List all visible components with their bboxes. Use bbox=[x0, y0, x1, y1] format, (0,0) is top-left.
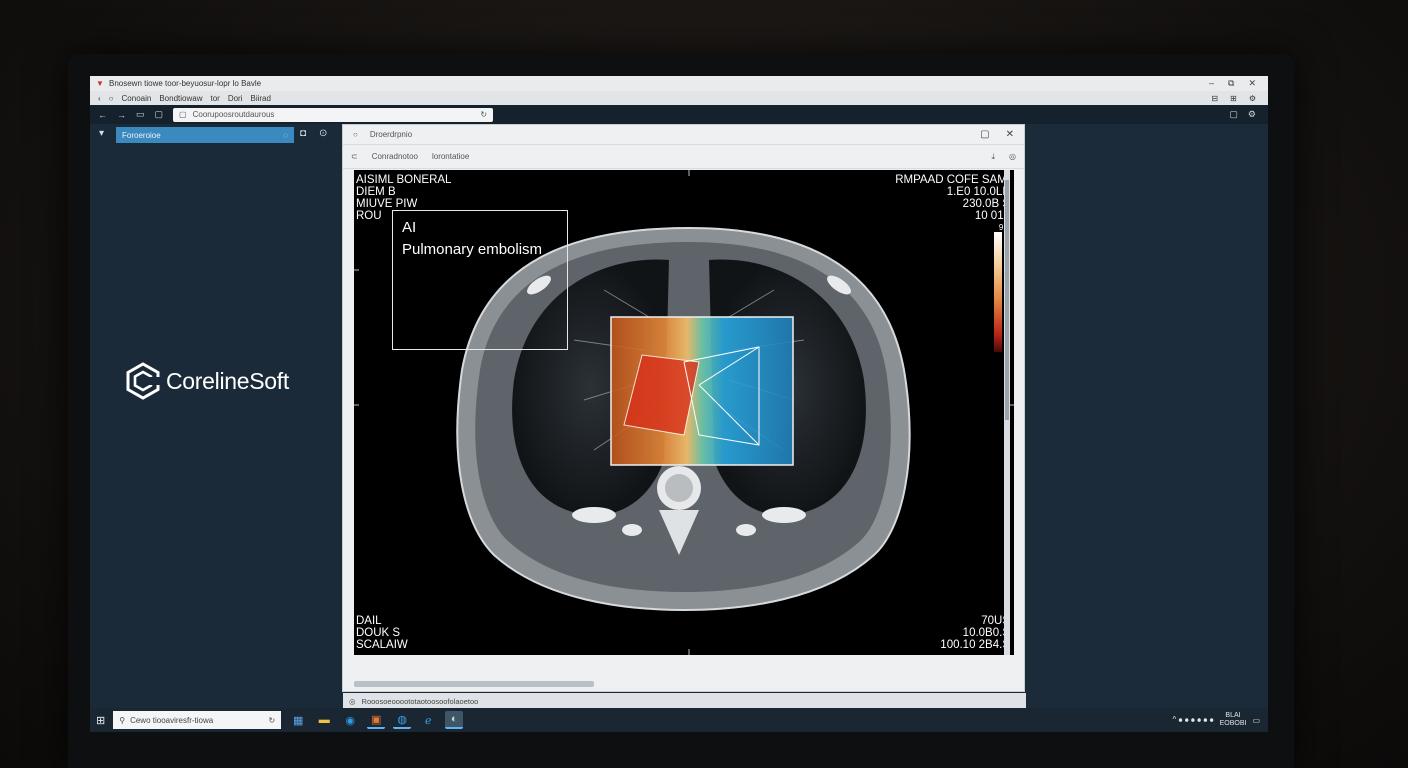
file-explorer-icon[interactable]: ▬ bbox=[315, 711, 333, 729]
screen-icon[interactable]: ◘ bbox=[300, 128, 306, 139]
minimize-button[interactable]: – bbox=[1209, 78, 1214, 89]
start-menu-icon[interactable]: ⊞ bbox=[96, 714, 105, 727]
taskbar: ⊞ ⚲ Cewo tiooaviresfr-tiowa ↻ ▦ ▬ ◉ ▣ ◍ … bbox=[90, 708, 1268, 732]
panel-icon[interactable]: ⊟ bbox=[1211, 94, 1218, 103]
bookmark-item[interactable]: Conoain bbox=[122, 94, 152, 103]
clock-date: EOBOBI bbox=[1219, 720, 1247, 727]
overlay-line: 1.E0 10.0LK bbox=[946, 186, 1010, 198]
system-tray: ^ ⦁ ⦁ ⦁ ⦁ ⦁ ⦁ BLAI EOBOBI ▭ bbox=[1173, 712, 1269, 728]
overlay-line: DAIL bbox=[356, 615, 382, 627]
toolbar-item[interactable]: lorontatioe bbox=[432, 152, 469, 161]
clock-time: BLAI bbox=[1225, 712, 1241, 719]
notification-icon[interactable]: ▭ bbox=[1252, 716, 1260, 725]
overlay-line: 9I9 bbox=[895, 222, 1010, 234]
search-icon[interactable]: ○ bbox=[353, 130, 358, 139]
search-icon: ⚲ bbox=[119, 715, 126, 725]
viewer-tool-icon[interactable]: ⊂ bbox=[351, 152, 358, 161]
scroll-thumb[interactable] bbox=[1005, 180, 1009, 420]
bookmark-item[interactable]: Bondtiowaw bbox=[159, 94, 202, 103]
status-icon: ◎ bbox=[349, 696, 356, 706]
search-placeholder: Cewo tiooaviresfr-tiowa bbox=[130, 715, 214, 725]
extension-icon[interactable]: ▢ bbox=[1229, 109, 1238, 120]
tray-icons[interactable]: ^ ⦁ ⦁ ⦁ ⦁ ⦁ ⦁ bbox=[1173, 715, 1214, 725]
ct-image-viewport[interactable]: AISIML BONERAL DIEM B MIUVE PIW ROU RMPA… bbox=[354, 170, 1014, 655]
corelinesoft-logo-icon bbox=[126, 362, 160, 400]
tab-close-icon[interactable]: ◌ bbox=[283, 131, 294, 140]
maximize-viewer-button[interactable]: ▢ bbox=[980, 129, 989, 140]
download-icon[interactable]: ⤓ bbox=[991, 152, 995, 162]
maximize-button[interactable]: ⧉ bbox=[1228, 78, 1234, 89]
ai-finding-text: Pulmonary embolism bbox=[402, 241, 543, 258]
window-icon[interactable]: ▭ bbox=[136, 109, 145, 120]
clock[interactable]: BLAI EOBOBI bbox=[1220, 712, 1247, 728]
color-scale-bar bbox=[994, 232, 1002, 352]
overlay-line: 100.10 2B4.S bbox=[940, 639, 1010, 651]
back-arrow-icon[interactable]: ← bbox=[98, 110, 107, 120]
bookmark-item[interactable]: Biirad bbox=[250, 94, 270, 103]
tab-icon[interactable]: ▢ bbox=[155, 109, 164, 120]
settings-gear-icon[interactable]: ⚙ bbox=[1248, 109, 1256, 120]
app-icon[interactable]: ▣ bbox=[367, 711, 386, 729]
viewer-title: Droerdrpnio bbox=[369, 130, 413, 139]
dicom-viewer-window: ○ Droerdrpnio ▢ ✕ ⊂ Conradnotoo lorontat… bbox=[342, 124, 1026, 709]
grid-icon[interactable]: ⊞ bbox=[1230, 94, 1237, 103]
status-text: Rooosoeoooototaotoosoofolaoetoo bbox=[361, 696, 479, 706]
clock-icon[interactable]: ⊙ bbox=[319, 128, 327, 139]
viewer-header: ○ Droerdrpnio ▢ ✕ bbox=[343, 125, 1024, 145]
overlay-line: 70US bbox=[981, 615, 1010, 627]
overlay-bottom-left: DAIL DOUK S SCALAIW bbox=[356, 615, 408, 651]
overlay-line: 10.0B0.S bbox=[962, 627, 1010, 639]
overlay-line: RMPAAD COFE SAMI bbox=[895, 174, 1010, 186]
bookmark-item[interactable]: tor bbox=[210, 94, 219, 103]
tab-active[interactable]: Foroeroioe ◌ bbox=[116, 127, 294, 143]
bookmark-item[interactable]: Dori bbox=[228, 94, 243, 103]
tab-label: Foroeroioe bbox=[122, 130, 161, 140]
address-text: Coorupoosroutdaurous bbox=[192, 110, 275, 119]
task-view-icon[interactable]: ▦ bbox=[289, 711, 307, 729]
corelinesoft-logo: CorelineSoft bbox=[126, 362, 289, 400]
overlay-top-right: RMPAAD COFE SAMI 1.E0 10.0LK 230.0B S 10… bbox=[895, 174, 1010, 234]
overlay-line: DIEM B bbox=[356, 186, 396, 198]
vertical-scrollbar[interactable] bbox=[1004, 170, 1010, 655]
logo-text: CorelineSoft bbox=[166, 367, 289, 394]
edge-browser-icon[interactable]: ℯ bbox=[419, 711, 437, 729]
ai-label: AI bbox=[402, 219, 417, 236]
settings-icon[interactable]: ⚙ bbox=[1249, 94, 1256, 103]
edge-icon[interactable]: ◉ bbox=[341, 711, 359, 729]
overlay-line: 230.0B S bbox=[962, 198, 1010, 210]
overlay-line: 10 010 bbox=[974, 210, 1010, 222]
viewer-toolbar: ⊂ Conradnotoo lorontatioe ⤓ ◎ bbox=[343, 145, 1024, 169]
favicon-icon: ▼ bbox=[96, 78, 104, 88]
back-icon[interactable]: ‹ bbox=[98, 94, 101, 103]
overlay-line: MIUVE PIW bbox=[356, 198, 418, 210]
left-panel: ▾ Foroeroioe ◌ ◘ ⊙ CorelineSoft bbox=[90, 124, 342, 708]
horizontal-scrollbar[interactable] bbox=[354, 681, 594, 687]
browser-title: Bnosewn tiowe toor-beyuosur-lopr lo Bavl… bbox=[109, 79, 262, 88]
close-viewer-button[interactable]: ✕ bbox=[1006, 129, 1014, 140]
overlay-line: SCALAIW bbox=[356, 639, 408, 651]
toolbar-item[interactable]: Conradnotoo bbox=[372, 152, 418, 161]
pin-icon[interactable]: ▾ bbox=[99, 128, 104, 139]
page-icon: ▢ bbox=[179, 110, 187, 119]
refresh-icon[interactable]: ↻ bbox=[480, 110, 487, 119]
mic-icon[interactable]: ↻ bbox=[269, 716, 276, 725]
viewer-app-icon[interactable]: ◐ bbox=[445, 711, 464, 729]
browser-navbar: ← → ▭ ▢ ▢ Coorupoosroutdaurous ↻ ▢ ⚙ bbox=[90, 105, 1268, 124]
bookmarks-bar: ‹ ○ Conoain Bondtiowaw tor Dori Biirad ⊟… bbox=[90, 91, 1268, 105]
options-icon[interactable]: ◎ bbox=[1009, 152, 1016, 162]
overlay-bottom-right: 70US 10.0B0.S 100.10 2B4.S bbox=[940, 615, 1010, 651]
close-window-button[interactable]: ✕ bbox=[1248, 78, 1256, 89]
ai-finding-box[interactable]: AI Pulmonary embolism bbox=[392, 210, 568, 350]
overlay-line: AISIML BONERAL bbox=[356, 174, 452, 186]
viewer-statusbar: ◎ Rooosoeoooototaotoosoofolaoetoo bbox=[343, 693, 1026, 709]
reload-icon[interactable]: ○ bbox=[109, 94, 114, 103]
screen: ▼ Bnosewn tiowe toor-beyuosur-lopr lo Ba… bbox=[90, 76, 1268, 732]
forward-arrow-icon[interactable]: → bbox=[117, 110, 126, 120]
browser-titlebar: ▼ Bnosewn tiowe toor-beyuosur-lopr lo Ba… bbox=[90, 76, 1268, 91]
address-bar[interactable]: ▢ Coorupoosroutdaurous ↻ bbox=[173, 107, 494, 122]
browser-icon[interactable]: ◍ bbox=[393, 711, 412, 729]
window-controls: – ⧉ ✕ bbox=[1209, 78, 1268, 89]
taskbar-search[interactable]: ⚲ Cewo tiooaviresfr-tiowa ↻ bbox=[113, 711, 282, 729]
overlay-line: DOUK S bbox=[356, 627, 401, 639]
